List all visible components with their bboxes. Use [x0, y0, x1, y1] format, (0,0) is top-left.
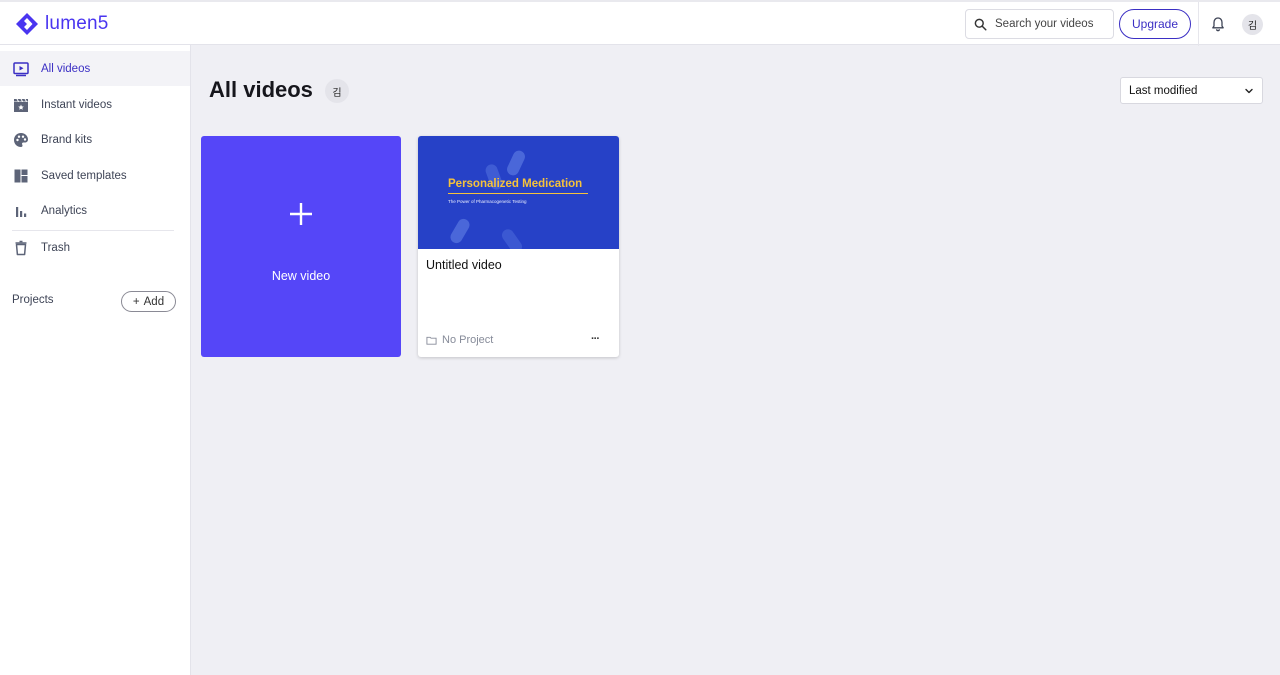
sidebar-item-analytics[interactable]: Analytics	[0, 193, 190, 228]
play-screen-icon	[13, 61, 29, 76]
palette-icon	[14, 132, 28, 147]
thumbnail-pill-shape	[499, 226, 525, 249]
thumbnail-pill-shape	[505, 148, 527, 178]
user-avatar[interactable]: 김	[1242, 14, 1263, 35]
video-thumbnail[interactable]: Personalized Medication The Power of Pha…	[418, 136, 619, 249]
logo-text: lumen5	[45, 13, 109, 34]
video-title[interactable]: Untitled video	[426, 258, 502, 272]
sidebar-item-all-videos[interactable]: All videos	[0, 51, 190, 86]
sort-selected-value: Last modified	[1129, 84, 1198, 97]
more-options-button[interactable]: ···	[586, 332, 604, 346]
plus-icon: +	[132, 295, 140, 308]
clapperboard-icon	[14, 98, 28, 112]
sidebar-item-trash[interactable]: Trash	[0, 230, 190, 265]
folder-icon	[426, 336, 437, 345]
new-video-label: New video	[271, 269, 331, 283]
thumbnail-pill-shape	[448, 216, 472, 246]
upgrade-button[interactable]: Upgrade	[1119, 9, 1191, 39]
thumbnail-title: Personalized Medication	[448, 178, 583, 190]
search-box[interactable]	[965, 9, 1114, 39]
sidebar-item-brand-kits[interactable]: Brand kits	[0, 122, 190, 157]
sidebar-item-label: Instant videos	[41, 98, 112, 111]
lumen5-logo-icon	[16, 13, 38, 35]
sidebar-item-label: Trash	[41, 241, 70, 254]
sidebar-item-label: Analytics	[41, 204, 88, 217]
sidebar-item-instant-videos[interactable]: Instant videos	[0, 87, 190, 122]
template-icon	[14, 169, 28, 182]
add-project-label: Add	[143, 295, 165, 308]
lumen5-logo[interactable]: lumen5	[15, 12, 109, 36]
add-project-button[interactable]: + Add	[121, 291, 176, 312]
sidebar-item-label: Saved templates	[41, 169, 127, 182]
projects-label: Projects	[12, 294, 54, 306]
video-card[interactable]: Personalized Medication The Power of Pha…	[418, 136, 619, 357]
new-video-card[interactable]: New video	[201, 136, 401, 357]
header-divider	[1198, 2, 1199, 46]
sidebar-item-label: Brand kits	[41, 133, 93, 146]
bar-chart-icon	[16, 206, 27, 217]
search-input[interactable]	[995, 18, 1103, 30]
plus-icon	[290, 203, 312, 225]
top-bar: lumen5 Upgrade 김	[0, 0, 1280, 46]
video-project[interactable]: No Project	[426, 334, 493, 346]
video-project-label: No Project	[442, 334, 494, 346]
sidebar: All videos Instant videos Brand kits Sav…	[0, 45, 191, 675]
sidebar-item-saved-templates[interactable]: Saved templates	[0, 158, 190, 193]
thumbnail-subtitle: The Power of Pharmacogenetic Testing	[448, 199, 527, 204]
chevron-down-icon	[1245, 88, 1253, 93]
search-icon	[974, 18, 987, 31]
notification-bell-icon[interactable]	[1210, 16, 1226, 32]
thumbnail-underline	[448, 193, 588, 194]
owner-avatar[interactable]: 김	[325, 79, 349, 103]
sidebar-item-label: All videos	[41, 62, 91, 75]
sort-dropdown[interactable]: Last modified	[1120, 77, 1263, 104]
trash-icon	[15, 240, 27, 255]
page-title: All videos	[209, 77, 313, 102]
